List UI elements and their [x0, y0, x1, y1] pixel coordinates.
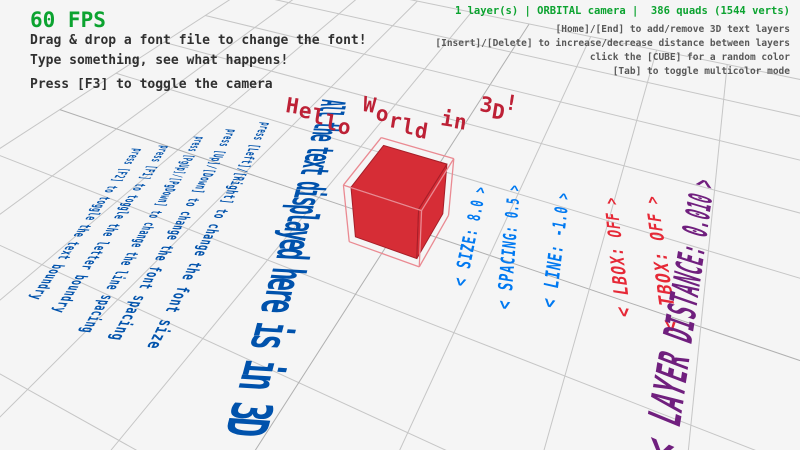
svg-text:o: o: [210, 213, 229, 219]
svg-text:e: e: [70, 232, 90, 237]
svg-text:s: s: [184, 148, 200, 152]
status-bar: 1 layer(s) | ORBITAL camera | 386 quads …: [455, 5, 790, 17]
svg-text:g: g: [76, 326, 98, 333]
svg-text:t: t: [291, 166, 338, 177]
svg-text:t: t: [134, 283, 156, 290]
svg-text:<: <: [537, 296, 562, 310]
svg-text:<: <: [493, 299, 517, 311]
svg-text:s: s: [237, 332, 298, 351]
svg-text:e: e: [117, 260, 137, 266]
svg-text:e: e: [177, 273, 199, 281]
svg-text:]: ]: [217, 198, 236, 204]
svg-text:>: >: [642, 195, 664, 205]
svg-text:l: l: [309, 110, 351, 119]
svg-text:o: o: [144, 214, 163, 219]
svg-text:o: o: [182, 202, 202, 208]
ground-text-p-spacing: <SPACING:0.5>: [493, 184, 525, 311]
svg-text:e: e: [249, 298, 308, 315]
svg-text:e: e: [110, 214, 130, 219]
svg-text:s: s: [215, 143, 231, 147]
svg-text:d: d: [265, 247, 319, 262]
svg-text:e: e: [99, 232, 119, 237]
svg-text:e: e: [301, 133, 344, 142]
ground-text-info-main: Allthetextdisplayedhereisin3D: [212, 99, 354, 439]
svg-text:y: y: [25, 294, 46, 300]
cube-wire-edge: [343, 185, 349, 242]
svg-text:y: y: [48, 306, 70, 313]
ground-text-p-line: <LINE:-1.0>: [537, 191, 574, 310]
svg-text:g: g: [106, 333, 130, 342]
fps-counter: 60 FPS: [30, 8, 106, 32]
svg-text:<: <: [633, 429, 688, 450]
ground-text-p-size: <SIZE:8.0>: [449, 186, 491, 288]
svg-text:n: n: [225, 371, 291, 392]
svg-text:t: t: [54, 254, 74, 260]
cube[interactable]: [343, 138, 453, 267]
svg-text:r: r: [77, 264, 98, 270]
svg-text:s: s: [120, 161, 136, 165]
svg-text:s: s: [250, 136, 267, 141]
svg-text:>: >: [554, 191, 574, 201]
hint-drag-drop-font: Drag & drop a font file to change the fo…: [30, 33, 367, 48]
hint-type-something: Type something, see what happens!: [30, 53, 288, 68]
hint-multicolor-mode: [Tab] to toggle multicolor mode: [613, 66, 790, 77]
svg-text:<: <: [449, 276, 472, 288]
ground-text-p-lbox: <LBOX:OFF>: [601, 196, 636, 318]
svg-text:t: t: [161, 305, 185, 314]
svg-text:>: >: [685, 175, 722, 192]
svg-text:]: ]: [136, 176, 153, 180]
hint-layer-distance: [Insert]/[Delete] to increase/decrease d…: [435, 38, 790, 49]
svg-text:]: ]: [108, 178, 125, 182]
svg-text:e: e: [142, 340, 167, 350]
hint-add-remove-layers: [Home]/[End] to add/remove 3D text layer…: [556, 24, 791, 35]
svg-text:e: e: [189, 250, 210, 257]
svg-text:e: e: [127, 243, 147, 248]
svg-text:e: e: [150, 255, 171, 262]
hint-toggle-camera: Press [F3] to toggle the camera: [30, 77, 273, 92]
svg-text:<: <: [612, 306, 636, 319]
cube-wire-edge: [449, 159, 454, 216]
svg-text:e: e: [81, 216, 101, 221]
svg-text:D: D: [212, 415, 282, 439]
svg-text:]: ]: [189, 189, 207, 194]
svg-text:o: o: [128, 187, 147, 192]
svg-text:s: s: [147, 158, 163, 162]
svg-text:o: o: [100, 189, 119, 194]
svg-text:e: e: [101, 284, 122, 290]
svg-text:]: ]: [151, 202, 170, 207]
svg-text:>: >: [471, 186, 491, 195]
svg-text:>: >: [601, 196, 622, 205]
svg-text:e: e: [163, 234, 183, 240]
hint-cube-random-color: click the [CUBE] for a random color: [590, 52, 790, 63]
app-window: Allthetextdisplayedhereisin3Dpress[Left]…: [0, 0, 800, 450]
